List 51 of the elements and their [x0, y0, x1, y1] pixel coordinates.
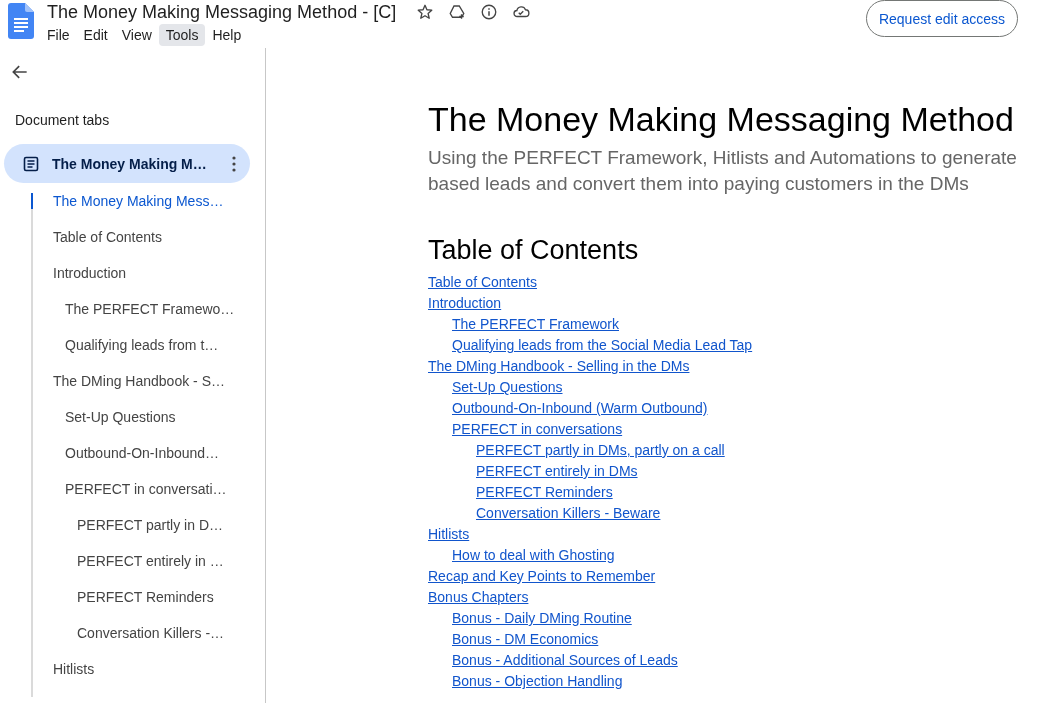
toc-link[interactable]: Bonus - Objection Handling — [452, 671, 623, 692]
menu-item[interactable]: Help — [205, 24, 249, 46]
outline-item[interactable]: Table of Contents — [31, 229, 250, 245]
document-tab[interactable]: The Money Making M… — [4, 144, 250, 183]
menu-item[interactable]: Tools — [158, 24, 206, 46]
outline-item[interactable]: Hitlists — [31, 661, 250, 677]
toc-link[interactable]: Table of Contents — [428, 272, 537, 293]
sidebar-heading: Document tabs — [15, 112, 110, 128]
toc-link[interactable]: Conversation Killers - Beware — [476, 503, 661, 524]
outline-item[interactable]: Introduction — [31, 265, 250, 281]
toc-link[interactable]: Introduction — [428, 293, 502, 314]
docs-logo-icon[interactable] — [8, 3, 34, 39]
toc-link[interactable]: Outbound-On-Inbound (Warm Outbound) — [452, 398, 708, 419]
toc-link[interactable]: PERFECT partly in DMs, partly on a call — [476, 440, 725, 461]
outline-item[interactable]: Conversation Killers -… — [31, 625, 250, 641]
request-edit-access-button[interactable]: Request edit access — [865, 0, 1018, 37]
toc-link[interactable]: Bonus - Additional Sources of Leads — [452, 650, 678, 671]
document-title[interactable]: The Money Making Messaging Method - [C] — [47, 1, 397, 23]
toc-link[interactable]: The PERFECT Framework — [452, 314, 619, 335]
outline-item[interactable]: PERFECT Reminders — [31, 589, 250, 605]
outline-item[interactable]: The PERFECT Framewo… — [31, 301, 250, 317]
toc-link[interactable]: The DMing Handbook - Selling in the DMs — [428, 356, 690, 377]
outline-item[interactable]: The Money Making Mess… — [31, 193, 250, 209]
section-heading: Table of Contents — [428, 235, 639, 266]
menu-item[interactable]: Edit — [76, 24, 115, 46]
outline-item[interactable]: Outbound-On-Inbound… — [31, 445, 250, 461]
info-icon[interactable] — [480, 3, 499, 21]
outline-item[interactable]: PERFECT in conversati… — [31, 481, 250, 497]
toc-link[interactable]: PERFECT entirely in DMs — [476, 461, 638, 482]
toc-link[interactable]: Bonus - DM Economics — [452, 629, 599, 650]
outline-item[interactable]: Qualifying leads from t… — [31, 337, 250, 353]
toc-link[interactable]: PERFECT Reminders — [476, 482, 613, 503]
more-options-icon[interactable] — [232, 155, 236, 172]
outline-item[interactable]: PERFECT entirely in … — [31, 553, 250, 569]
star-icon[interactable] — [416, 3, 435, 21]
toc-link[interactable]: How to deal with Ghosting — [452, 545, 615, 566]
toc-link[interactable]: Set-Up Questions — [452, 377, 563, 398]
toc-link[interactable]: Bonus Chapters — [428, 587, 529, 608]
document-subtitle: Using the PERFECT Framework, Hitlists and Automations to generate based leads and convert them into paying customers in the DMs — [428, 146, 1018, 196]
menu-item[interactable]: File — [40, 24, 77, 46]
outline-item[interactable]: PERFECT partly in D… — [31, 517, 250, 533]
document-title: The Money Making Messaging Method — [428, 100, 1014, 139]
document-icon — [23, 155, 39, 172]
menu-item[interactable]: View — [114, 24, 159, 46]
outline-item[interactable]: The DMing Handbook - S… — [31, 373, 250, 389]
toc-link[interactable]: Qualifying leads from the Social Media Lead Tap — [452, 335, 753, 356]
outline-item[interactable]: Set-Up Questions — [31, 409, 250, 425]
toc-link[interactable]: Bonus - Daily DMing Routine — [452, 608, 632, 629]
toc-link[interactable]: Hitlists — [428, 524, 470, 545]
toc-link[interactable]: PERFECT in conversations — [452, 419, 623, 440]
toc-link[interactable]: Recap and Key Points to Remember — [428, 566, 656, 587]
